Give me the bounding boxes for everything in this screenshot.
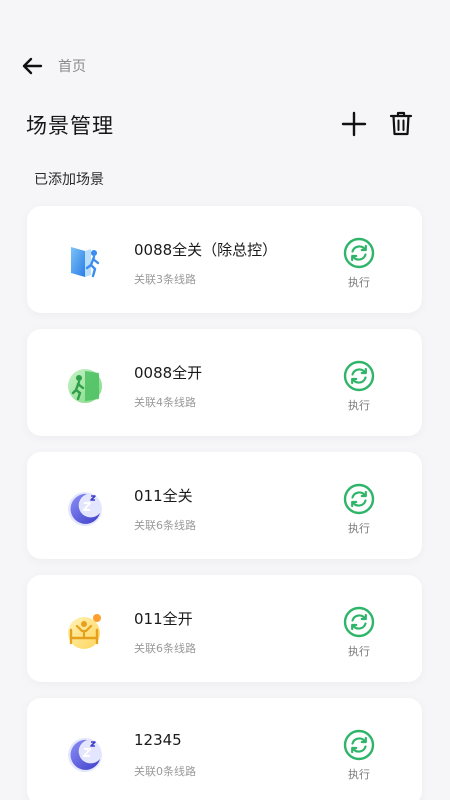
execute-button[interactable]: 执行 <box>339 360 379 416</box>
back-button[interactable] <box>12 46 52 86</box>
section-label: 已添加场景 <box>34 172 104 188</box>
scene-name: 0088全关（除总控） <box>134 241 278 259</box>
scene-card[interactable]: 011全关 关联6条线路 执行 <box>27 452 422 559</box>
execute-button[interactable]: 执行 <box>339 606 379 662</box>
scene-line-count: 关联0条线路 <box>134 765 196 778</box>
execute-label: 执行 <box>348 522 370 535</box>
plus-icon <box>341 111 367 137</box>
refresh-icon <box>343 237 375 269</box>
scene-name: 0088全开 <box>134 364 203 382</box>
scene-name: 12345 <box>134 731 182 749</box>
execute-button[interactable]: 执行 <box>339 729 379 785</box>
scene-line-count: 关联4条线路 <box>134 396 196 409</box>
scene-name: 011全开 <box>134 610 193 628</box>
refresh-icon <box>343 483 375 515</box>
execute-label: 执行 <box>348 399 370 412</box>
wake-up-icon <box>65 610 105 650</box>
execute-button[interactable]: 执行 <box>339 483 379 539</box>
execute-label: 执行 <box>348 645 370 658</box>
add-scene-button[interactable] <box>336 106 372 142</box>
refresh-icon <box>343 360 375 392</box>
scene-line-count: 关联6条线路 <box>134 642 196 655</box>
moon-sleep-icon <box>65 733 105 773</box>
enter-door-icon <box>65 364 105 404</box>
refresh-icon <box>343 729 375 761</box>
top-nav: 首页 <box>0 46 450 86</box>
trash-icon <box>389 111 413 136</box>
arrow-left-icon <box>22 57 43 75</box>
exit-door-icon <box>65 241 105 281</box>
execute-label: 执行 <box>348 276 370 289</box>
scene-card[interactable]: 12345 关联0条线路 执行 <box>27 698 422 800</box>
execute-label: 执行 <box>348 768 370 781</box>
nav-crumb-home[interactable]: 首页 <box>58 56 86 76</box>
refresh-icon <box>343 606 375 638</box>
scene-card[interactable]: 0088全关（除总控） 关联3条线路 执行 <box>27 206 422 313</box>
scene-card[interactable]: 011全开 关联6条线路 执行 <box>27 575 422 682</box>
page-header: 场景管理 <box>0 104 450 146</box>
moon-sleep-icon <box>65 487 105 527</box>
scene-line-count: 关联6条线路 <box>134 519 196 532</box>
scene-card[interactable]: 0088全开 关联4条线路 执行 <box>27 329 422 436</box>
delete-scene-button[interactable] <box>383 106 419 142</box>
scene-name: 011全关 <box>134 487 193 505</box>
execute-button[interactable]: 执行 <box>339 237 379 293</box>
page-title: 场景管理 <box>26 114 114 138</box>
scene-line-count: 关联3条线路 <box>134 273 196 286</box>
